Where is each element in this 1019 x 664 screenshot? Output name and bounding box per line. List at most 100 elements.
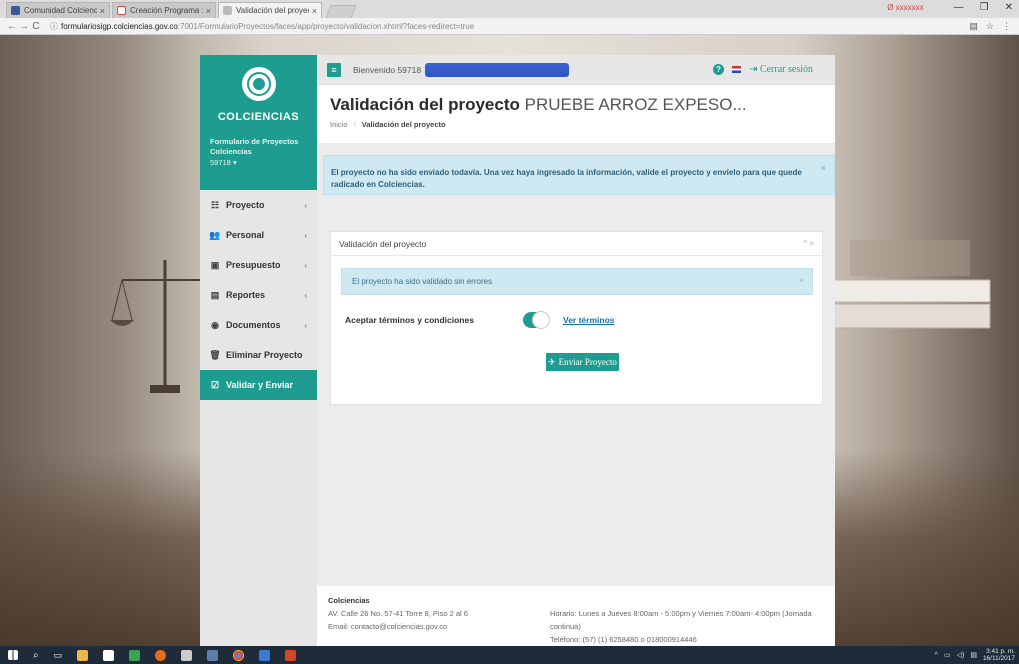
logout-label: Cerrar sesión	[759, 64, 813, 75]
footer-address: AV. Calle 26 No. 57-41 Torre 8, Piso 2 a…	[328, 609, 468, 618]
brand-name: COLCIENCIAS	[217, 111, 300, 123]
info-alert: El proyecto no ha sido enviado todavía. …	[323, 155, 835, 195]
sidebar-header: COLCIENCIAS Formulario de Proyectos Colc…	[200, 55, 317, 190]
card-header: Validación del proyecto ^ ×	[331, 232, 822, 256]
logout-button[interactable]: ⇥ Cerrar sesión	[749, 64, 813, 75]
app-icon[interactable]	[207, 649, 219, 661]
firefox-icon[interactable]	[155, 649, 167, 661]
sidebar-item-documentos[interactable]: ◉ Documentos ‹	[200, 310, 317, 340]
back-icon[interactable]: ←	[6, 21, 18, 32]
translate-icon[interactable]: ▤	[969, 21, 978, 32]
sidebar-item-label: Personal	[226, 230, 265, 240]
sidebar-item-eliminar-proyecto[interactable]: 🗑 Eliminar Proyecto	[200, 340, 317, 370]
help-icon[interactable]: ?	[713, 64, 725, 75]
app-icon[interactable]	[259, 649, 271, 661]
sidebar-item-label: Reportes	[226, 290, 266, 300]
browser-tab[interactable]: Comunidad Colciencias ×	[6, 2, 110, 18]
browser-tab-active[interactable]: Validación del proyecto ×	[218, 2, 322, 18]
new-tab-button[interactable]	[325, 5, 357, 18]
redacted-username	[425, 62, 570, 77]
sidebar-item-label: Eliminar Proyecto	[226, 350, 303, 360]
notification-icon[interactable]: ▤	[970, 651, 977, 659]
books-illustration	[820, 240, 991, 329]
sidebar-menu: ☷ Proyecto ‹ 👥 Personal ‹ ▣ Presupuesto …	[200, 190, 317, 400]
tab-title: Creación Programa : PRI	[130, 6, 203, 15]
browser-tab[interactable]: Creación Programa : PRI ×	[112, 2, 216, 18]
send-icon: ✈	[548, 356, 556, 367]
volume-icon[interactable]: ◁)	[957, 651, 965, 659]
tab-favicon-icon	[223, 6, 232, 15]
logout-icon: ⇥	[749, 64, 758, 75]
tray-up-icon[interactable]: ^	[935, 652, 938, 659]
send-project-button[interactable]: ✈ Enviar Proyecto	[546, 353, 619, 371]
maximize-icon[interactable]: ❐	[980, 2, 989, 13]
sidebar-item-label: Documentos	[226, 320, 281, 330]
colciencias-logo[interactable]	[241, 67, 276, 101]
tab-close-icon[interactable]: ×	[206, 6, 211, 16]
windows-start-icon[interactable]	[8, 650, 18, 660]
tab-close-icon[interactable]: ×	[312, 6, 317, 16]
accept-terms-toggle[interactable]	[523, 311, 550, 329]
tab-title: Comunidad Colciencias	[24, 6, 97, 15]
file-icon: ▤	[210, 289, 220, 300]
file-explorer-icon[interactable]	[77, 649, 89, 661]
footer-org: Colciencias	[328, 596, 370, 605]
info-icon[interactable]: ⓘ	[50, 21, 58, 32]
footer: Colciencias AV. Calle 26 No. 57-41 Torre…	[317, 586, 835, 646]
url-field[interactable]: ⓘ formulariosigp.colciencias.gov.co :700…	[50, 21, 474, 32]
reload-icon[interactable]: C	[30, 21, 42, 32]
address-bar-actions: ▤ ☆ ⋮	[969, 21, 1011, 32]
tab-close-icon[interactable]: ×	[100, 6, 105, 16]
windows-taskbar: ⌕ ▭ ^ ▭ ◁) ▤ 3:41 p. m. 16/11/2017	[0, 646, 1019, 664]
sidebar-item-presupuesto[interactable]: ▣ Presupuesto ‹	[200, 250, 317, 280]
send-project-label: Enviar Proyecto	[558, 357, 617, 367]
clock[interactable]: 3:41 p. m. 16/11/2017	[983, 648, 1015, 662]
chevron-left-icon: ‹	[304, 230, 307, 240]
chrome-icon[interactable]	[233, 649, 245, 661]
close-window-icon[interactable]: ✕	[1005, 2, 1013, 13]
photos-icon[interactable]	[129, 649, 141, 661]
info-alert-text: El proyecto no ha sido enviado todavía. …	[331, 168, 802, 189]
profile-label[interactable]: Ø xxxxxxx	[887, 3, 923, 12]
top-bar: ≡ Bienvenido 59718 ? ⇥ Cerrar sesión	[317, 55, 835, 85]
sidebar-item-label: Validar y Enviar	[226, 380, 294, 390]
forward-icon[interactable]: →	[18, 21, 30, 32]
url-host: formulariosigp.colciencias.gov.co	[61, 21, 178, 31]
minimize-icon[interactable]: —	[954, 2, 964, 13]
footer-phone: Teléfono: (57) (1) 6258480 o 01800091444…	[550, 635, 697, 644]
footer-hours: Horario: Lunes a Jueves 8:00am - 5:00pm …	[550, 609, 812, 631]
terms-label: Aceptar términos y condiciones	[345, 315, 474, 325]
list-icon: ☷	[210, 199, 220, 210]
card-collapse-close-icon[interactable]: ^ ×	[803, 239, 814, 248]
gmail-icon	[117, 6, 126, 15]
view-terms-link[interactable]: Ver términos	[563, 315, 615, 325]
language-flag-icon[interactable]	[732, 66, 742, 73]
top-bar-actions: ? ⇥ Cerrar sesión	[713, 64, 813, 75]
powerpoint-icon[interactable]	[285, 649, 297, 661]
breadcrumb-home[interactable]: Inicio	[330, 120, 348, 129]
menu-dots-icon[interactable]: ⋮	[1002, 21, 1011, 32]
breadcrumb-current: Validación del proyecto	[361, 120, 446, 129]
sidebar-item-validar-enviar[interactable]: ☑ Validar y Enviar	[200, 370, 317, 400]
sidebar: COLCIENCIAS Formulario de Proyectos Colc…	[200, 55, 317, 646]
sidebar-item-personal[interactable]: 👥 Personal ‹	[200, 220, 317, 250]
coat-of-arms-icon	[246, 72, 271, 96]
bookmark-star-icon[interactable]: ☆	[986, 21, 994, 32]
user-dropdown[interactable]: 59718 ▾	[210, 158, 307, 167]
store-icon[interactable]	[103, 649, 115, 661]
users-icon: 👥	[209, 229, 221, 240]
window-controls: Ø xxxxxxx — ❐ ✕	[887, 2, 1013, 13]
alert-close-icon[interactable]: ×	[821, 162, 826, 174]
task-view-icon[interactable]: ▭	[54, 650, 63, 661]
validation-status-alert: El proyecto ha sido validado sin errores…	[341, 268, 813, 295]
menu-toggle-icon[interactable]: ≡	[327, 62, 341, 77]
alert-close-icon[interactable]: ×	[799, 275, 804, 285]
network-icon[interactable]: ▭	[944, 651, 951, 659]
tab-title: Validación del proyecto	[236, 6, 309, 15]
chevron-left-icon: ‹	[304, 200, 307, 210]
calculator-icon[interactable]	[181, 649, 193, 661]
breadcrumb: Inicio / Validación del proyecto	[330, 120, 835, 129]
search-icon[interactable]: ⌕	[33, 650, 39, 661]
sidebar-item-reportes[interactable]: ▤ Reportes ‹	[200, 280, 317, 310]
sidebar-item-proyecto[interactable]: ☷ Proyecto ‹	[200, 190, 317, 220]
